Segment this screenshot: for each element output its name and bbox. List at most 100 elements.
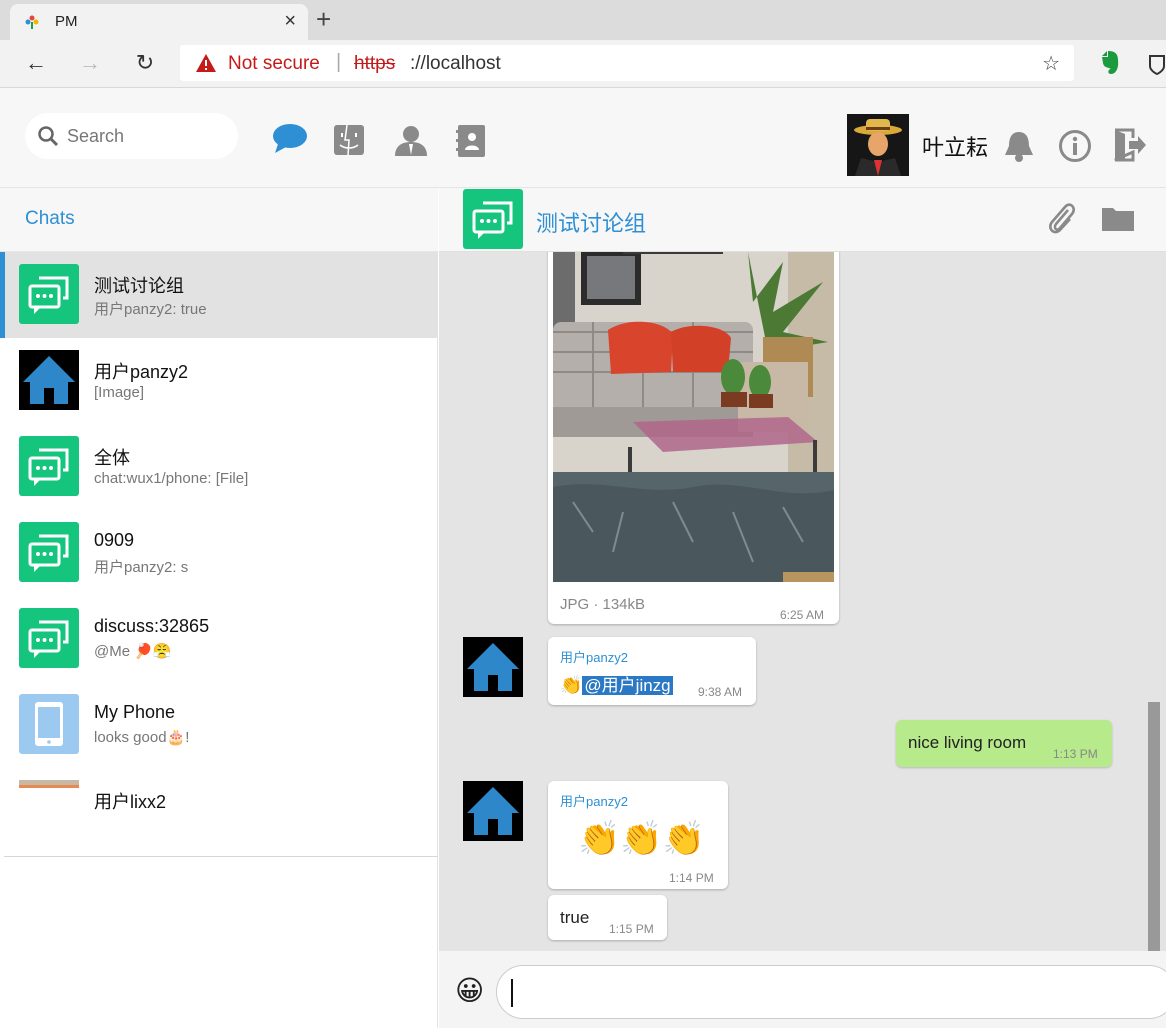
chat-name: My Phone [94,702,176,722]
url-host: ://localhost [410,53,501,74]
chat-name: discuss:32865 [94,616,210,636]
message-time: 1:15 PM [609,922,654,936]
user-avatar[interactable] [847,114,909,176]
house-icon [463,637,523,697]
group-chat-icon [19,436,79,496]
user-avatar-image [847,114,909,176]
sender-avatar[interactable] [463,637,523,697]
emoji-button[interactable]: 😀 [455,975,487,1007]
back-button[interactable]: ← [22,50,50,78]
forward-button[interactable]: → [76,50,104,78]
message-bubble[interactable]: true 1:15 PM [548,895,667,940]
chat-name: 用户panzy2 [94,362,189,382]
image-message[interactable]: JPG · 134kB 6:25 AM [548,252,839,624]
conversation-title: 测试讨论组 [536,211,647,236]
url-field[interactable]: Not secure | https ://localhost ☆ [180,45,1074,81]
contacts-icon[interactable] [393,124,429,156]
phone-icon [19,694,79,754]
scrollbar[interactable] [1148,702,1160,951]
sender-name[interactable]: 用户panzy2 [560,791,628,810]
chat-name: 全体 [94,448,130,468]
chats-title: Chats [25,208,75,229]
group-chat-icon [19,522,79,582]
search-placeholder: Search [67,126,125,146]
message-emoji: 👏👏👏 [578,820,706,858]
info-icon[interactable] [1058,129,1092,163]
chat-preview: looks good🎂! [94,729,190,746]
message-text: nice living room [908,733,1027,752]
logout-icon[interactable] [1113,128,1147,162]
bell-icon[interactable] [1002,129,1036,163]
bookmark-star-icon[interactable]: ☆ [1042,51,1060,76]
chat-item-all[interactable]: 全体 chat:wux1/phone: [File] [0,424,438,510]
attachment-icon[interactable] [1046,202,1076,236]
finder-face-icon[interactable] [333,124,365,156]
chat-preview: 用户panzy2: true [94,301,207,318]
chat-item-panzy2[interactable]: 用户panzy2 [Image] [0,338,438,424]
not-secure-label[interactable]: Not secure [228,53,320,75]
emoji-clap: 👏 [560,675,583,695]
group-chat-icon [463,189,523,249]
search-icon [38,126,59,147]
house-icon [19,350,79,410]
chat-list-panel: Chats 测试讨论组 用户panzy2: true 用户panzy2 [Ima… [0,188,438,1028]
address-bar: ← → ↻ Not secure | https ://localhost ☆ [0,40,1166,88]
extension-shield-icon[interactable] [1148,52,1166,76]
search-input[interactable]: Search [25,113,238,159]
outgoing-message-bubble[interactable]: nice living room 1:13 PM [896,720,1112,767]
chat-preview: @Me 🏓😤 [94,643,172,660]
group-chat-icon [19,608,79,668]
address-book-icon[interactable] [456,124,486,158]
user-name[interactable]: 叶立耘 [922,130,988,162]
conversation-header: 测试讨论组 [439,188,1166,252]
evernote-extension-icon[interactable] [1098,50,1122,76]
chat-name: 测试讨论组 [94,276,184,296]
message-input[interactable] [496,965,1166,1019]
new-tab-button[interactable]: + [316,4,331,35]
app-header: Search 叶立耘 [0,88,1166,188]
composer: 😀 [439,951,1166,1028]
group-chat-icon [19,264,79,324]
reload-button[interactable]: ↻ [131,50,159,78]
tab-title: PM [55,13,78,30]
conversation-panel: 测试讨论组 JPG · 134kB 6:25 AM 用户panzy2 👏 @用户… [439,188,1166,1028]
browser-tabstrip: PM × + [0,0,1166,40]
chat-name: 用户lixx2 [94,792,167,812]
chat-name: 0909 [94,530,135,550]
chat-preview: [Image] [94,384,145,401]
chat-list-header: Chats [0,188,438,252]
tab-close-icon[interactable]: × [284,10,296,33]
browser-tab[interactable]: PM × [10,4,308,40]
chat-item-0909[interactable]: 0909 用户panzy2: s [0,510,438,596]
chat-preview: 用户panzy2: s [94,559,189,576]
message-bubble[interactable]: 用户panzy2 👏 @用户jinzg 9:38 AM [548,637,756,705]
chat-icon[interactable] [272,122,308,154]
list-divider [4,856,438,857]
message-time: 9:38 AM [698,685,743,699]
chat-item-myphone[interactable]: My Phone looks good🎂! [0,682,438,768]
mention-text[interactable]: @用户jinzg [582,676,673,695]
house-icon [463,781,523,841]
message-text: 👏 @用户jinzg [560,671,673,696]
message-area[interactable]: JPG · 134kB 6:25 AM 用户panzy2 👏 @用户jinzg 9… [439,252,1166,951]
message-text: true [560,908,590,927]
chat-item-lixx2[interactable]: 用户lixx2 [0,768,438,854]
message-time: 1:13 PM [1053,747,1098,761]
app-favicon-icon [25,15,39,29]
chat-preview: chat:wux1/phone: [File] [94,470,249,487]
message-photo[interactable] [553,252,834,582]
image-meta: JPG · 134kB [560,596,646,613]
text-caret [511,979,513,1007]
message-bubble[interactable]: 用户panzy2 👏👏👏 1:14 PM [548,781,728,889]
photo-avatar [19,780,79,788]
warning-icon [196,54,216,72]
sender-name[interactable]: 用户panzy2 [560,647,628,666]
url-protocol: https [354,53,396,74]
url-separator: | [336,51,342,73]
chat-item-discuss[interactable]: discuss:32865 @Me 🏓😤 [0,596,438,682]
chat-item-testgroup[interactable]: 测试讨论组 用户panzy2: true [0,252,438,338]
message-time: 6:25 AM [780,608,825,622]
message-time: 1:14 PM [669,871,714,885]
sender-avatar[interactable] [463,781,523,841]
folder-icon[interactable] [1101,206,1135,232]
